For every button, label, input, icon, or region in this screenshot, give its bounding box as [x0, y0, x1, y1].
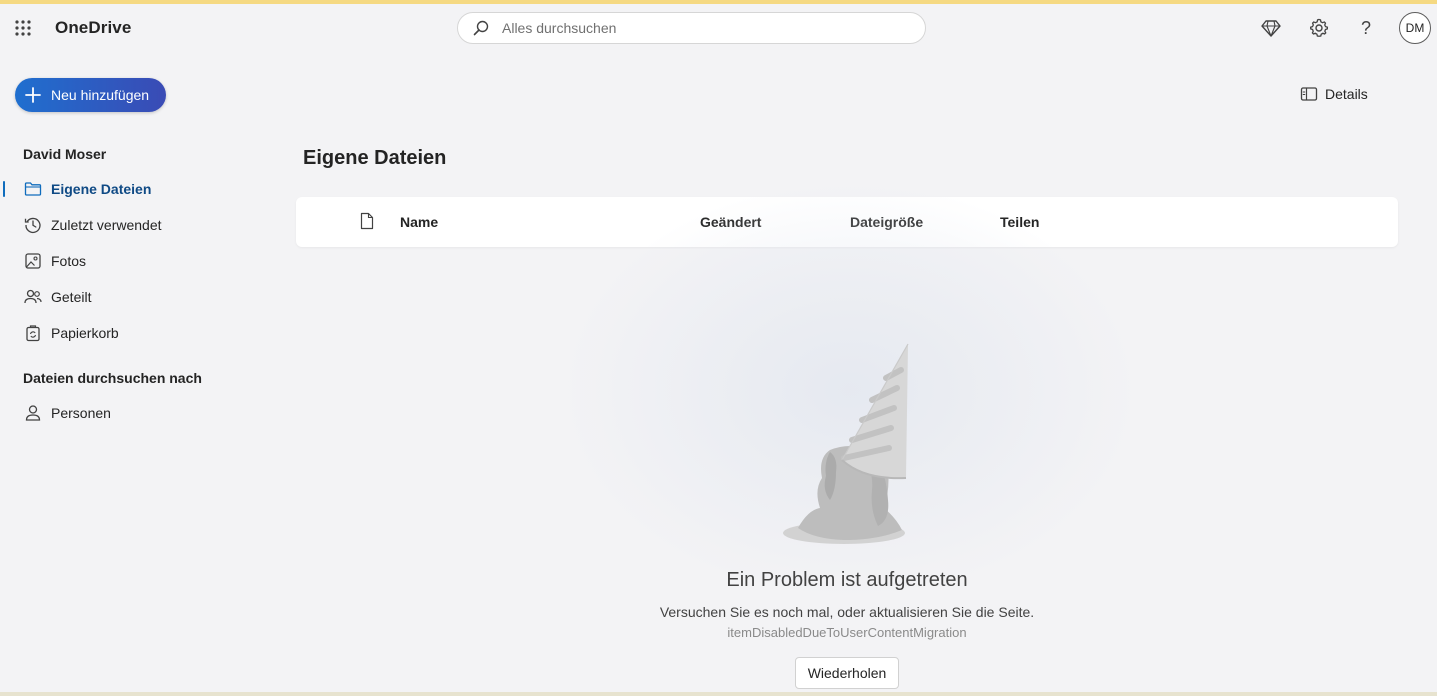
add-new-button[interactable]: Neu hinzufügen: [15, 78, 166, 112]
app-name[interactable]: OneDrive: [55, 18, 131, 38]
sidebar-item-photos[interactable]: Fotos: [0, 246, 260, 276]
search-box[interactable]: [457, 12, 926, 44]
recycle-bin-icon: [24, 324, 42, 342]
search-input[interactable]: [502, 20, 902, 36]
column-header-modified[interactable]: Geändert: [700, 214, 761, 230]
sidebar-item-label: Geteilt: [51, 289, 92, 305]
waffle-icon[interactable]: [14, 19, 32, 37]
column-header-sharing[interactable]: Teilen: [1000, 214, 1039, 230]
file-type-icon[interactable]: [359, 212, 375, 230]
browse-files-heading: Dateien durchsuchen nach: [23, 370, 202, 386]
error-title: Ein Problem ist aufgetreten: [726, 569, 968, 591]
column-header-size[interactable]: Dateigröße: [850, 214, 923, 230]
gear-icon[interactable]: [1308, 17, 1330, 39]
diamond-icon[interactable]: [1260, 17, 1282, 39]
user-name-heading: David Moser: [23, 146, 107, 162]
avatar[interactable]: DM: [1399, 12, 1431, 44]
sidebar-item-my-files[interactable]: Eigene Dateien: [0, 174, 260, 204]
retry-button[interactable]: Wiederholen: [795, 657, 899, 689]
sidebar-item-recent[interactable]: Zuletzt verwendet: [0, 210, 260, 240]
error-code: itemDisabledDueToUserContentMigration: [727, 625, 967, 640]
column-header-name[interactable]: Name: [400, 214, 438, 230]
sidebar-item-label: Papierkorb: [51, 325, 119, 341]
search-icon: [472, 19, 490, 37]
details-button[interactable]: Details: [1300, 85, 1368, 103]
sidebar-item-label: Fotos: [51, 253, 87, 269]
sidebar-item-label: Eigene Dateien: [51, 181, 152, 197]
person-icon: [24, 404, 42, 422]
image-icon: [24, 252, 42, 270]
page-title: Eigene Dateien: [303, 147, 447, 169]
sidebar-item-recycle-bin[interactable]: Papierkorb: [0, 318, 260, 348]
active-indicator: [3, 181, 5, 197]
sidebar-item-label: Zuletzt verwendet: [51, 217, 162, 233]
people-icon: [24, 288, 42, 306]
dropped-ice-cream-illustration: [778, 340, 914, 550]
add-new-label: Neu hinzufügen: [51, 87, 150, 103]
sidebar-item-shared[interactable]: Geteilt: [0, 282, 260, 312]
help-icon[interactable]: ?: [1355, 17, 1377, 39]
folder-icon: [24, 180, 42, 198]
error-message: Versuchen Sie es noch mal, oder aktualis…: [659, 604, 1035, 620]
history-icon: [24, 216, 42, 234]
bottom-edge: [0, 692, 1437, 696]
plus-icon: [25, 87, 41, 103]
file-list-header: Name Geändert Dateigröße Teilen: [296, 197, 1398, 247]
app-header: OneDrive ? DM: [0, 4, 1437, 52]
sidebar-item-label: Personen: [51, 405, 111, 421]
sidebar-item-people[interactable]: Personen: [0, 398, 260, 428]
details-pane-icon: [1300, 85, 1318, 103]
details-label: Details: [1325, 86, 1368, 102]
